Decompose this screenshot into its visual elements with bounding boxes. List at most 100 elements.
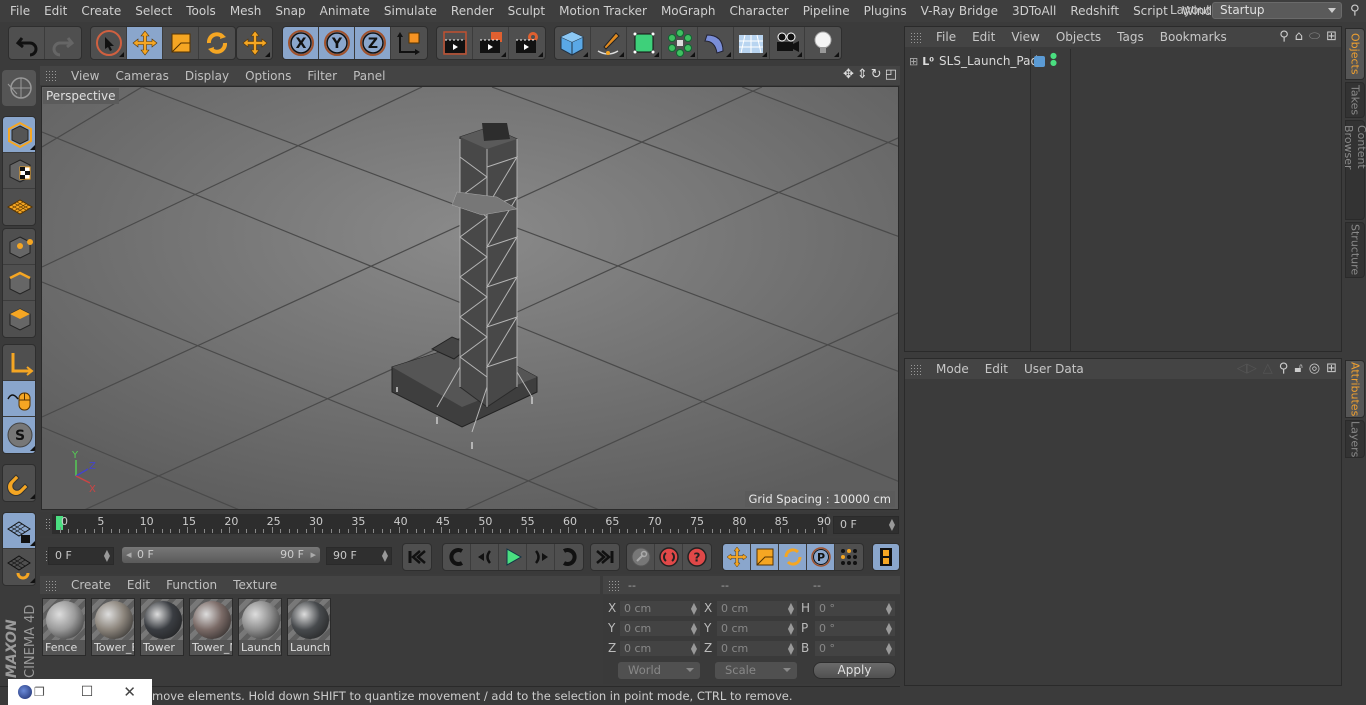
viewport-menu-display[interactable]: Display [177, 69, 237, 83]
floor-button[interactable] [734, 27, 770, 59]
menu-render[interactable]: Render [444, 0, 501, 22]
goto-end-button[interactable] [591, 544, 619, 570]
key-position-button[interactable] [723, 544, 751, 570]
material-swatch[interactable]: Launch_ [238, 598, 282, 656]
range-right-arrow-icon[interactable]: ▸ [310, 547, 316, 563]
coordinate-system-button[interactable] [391, 27, 427, 59]
expand-icon[interactable]: ⊞ [909, 55, 918, 68]
object-name[interactable]: SLS_Launch_Pad [939, 54, 1038, 68]
camera-button[interactable] [770, 27, 806, 59]
maximize-icon[interactable]: ☐ [81, 684, 94, 700]
cloner-button[interactable] [662, 27, 698, 59]
menu-edit[interactable]: Edit [37, 0, 74, 22]
texture-mode-button[interactable] [3, 153, 35, 189]
menu-motion-tracker[interactable]: Motion Tracker [552, 0, 654, 22]
position-field[interactable]: 0 cm ▲ ▼ [619, 640, 701, 657]
side-tab-attributes[interactable]: Attributes [1345, 360, 1365, 418]
coordinate-space-select[interactable]: World [618, 662, 700, 679]
grip-handle[interactable] [45, 579, 57, 591]
play-button[interactable] [499, 544, 527, 570]
timeline-ruler[interactable]: 0 5 10 15 20 25 30 35 40 45 50 55 60 65 70 75 80 85 90 [52, 514, 831, 534]
objects-menu-view[interactable]: View [1003, 30, 1047, 44]
move-tool-button[interactable] [127, 27, 163, 59]
objects-menu-file[interactable]: File [928, 30, 964, 44]
key-pla-button[interactable] [835, 544, 863, 570]
material-menu-texture[interactable]: Texture [225, 578, 285, 592]
pan-icon[interactable]: ✥ [843, 67, 854, 82]
menu-sculpt[interactable]: Sculpt [501, 0, 552, 22]
render-settings-button[interactable] [509, 27, 545, 59]
goto-start-button[interactable] [403, 544, 431, 570]
record-keys-button[interactable] [627, 544, 655, 570]
light-button[interactable] [805, 27, 841, 59]
size-field[interactable]: 0 cm ▲ ▼ [716, 620, 798, 637]
current-frame-field[interactable]: 0 F ▲ ▼ [833, 516, 899, 534]
close-icon[interactable]: ✕ [123, 683, 136, 701]
filter-icon[interactable]: ⬭ [1309, 29, 1320, 44]
attributes-menu-edit[interactable]: Edit [977, 362, 1016, 376]
start-frame-field[interactable]: 0 F ▲ ▼ [48, 547, 114, 565]
position-field[interactable]: 0 cm ▲ ▼ [619, 600, 701, 617]
y-axis-button[interactable]: Y [319, 27, 355, 59]
cube-button[interactable] [555, 27, 591, 59]
material-menu-function[interactable]: Function [158, 578, 225, 592]
make-editable-button[interactable] [2, 70, 36, 106]
layout-select[interactable]: Startup [1212, 2, 1342, 19]
menu-character[interactable]: Character [722, 0, 795, 22]
snap-button[interactable] [3, 465, 35, 501]
attributes-menu-user-data[interactable]: User Data [1016, 362, 1092, 376]
deformer-button[interactable] [698, 27, 734, 59]
material-swatch[interactable]: Launch_ [287, 598, 331, 656]
prev-frame-button[interactable] [471, 544, 499, 570]
menu-script[interactable]: Script [1126, 0, 1175, 22]
home-icon[interactable]: ⌂ [1295, 29, 1303, 44]
solo-button[interactable]: S [3, 417, 35, 453]
side-tab-objects[interactable]: Objects [1345, 28, 1365, 80]
menu-simulate[interactable]: Simulate [377, 0, 444, 22]
up-arrow-icon[interactable]: △ [1263, 361, 1273, 376]
position-field[interactable]: 0 cm ▲ ▼ [619, 620, 701, 637]
menu-plugins[interactable]: Plugins [857, 0, 914, 22]
menu-tools[interactable]: Tools [179, 0, 223, 22]
material-menu-edit[interactable]: Edit [119, 578, 158, 592]
target-icon[interactable]: ◎ [1309, 361, 1320, 376]
workplane-mode-button[interactable] [3, 189, 35, 225]
menu-mesh[interactable]: Mesh [223, 0, 269, 22]
dolly-icon[interactable]: ⇕ [857, 67, 868, 82]
objects-menu-objects[interactable]: Objects [1048, 30, 1109, 44]
viewport-menu-options[interactable]: Options [237, 69, 299, 83]
keyframe-selection-button[interactable]: ? [683, 544, 711, 570]
viewport-perspective[interactable]: Y Z X Perspective Grid Spacing : 10000 c… [41, 86, 899, 510]
rotation-field[interactable]: 0 ° ▲ ▼ [814, 620, 896, 637]
grip-handle[interactable] [910, 363, 922, 375]
recent-tool-button[interactable] [237, 27, 272, 59]
key-parameter-button[interactable]: P [807, 544, 835, 570]
back-arrow-icon[interactable]: ◁▷ [1237, 361, 1257, 376]
side-tab-structure[interactable]: Structure [1345, 222, 1365, 278]
orbit-icon[interactable]: ↻ [871, 67, 882, 82]
side-tab-takes[interactable]: Takes [1345, 82, 1365, 118]
next-key-button[interactable] [555, 544, 583, 570]
tweak-mode-button[interactable] [3, 381, 35, 417]
key-scale-button[interactable] [751, 544, 779, 570]
range-left-arrow-icon[interactable]: ◂ [126, 547, 132, 563]
rotation-field[interactable]: 0 ° ▲ ▼ [814, 600, 896, 617]
material-menu-create[interactable]: Create [63, 578, 119, 592]
key-rotation-button[interactable] [779, 544, 807, 570]
visibility-dots-icon[interactable]: ● ● [1050, 52, 1057, 67]
z-axis-button[interactable]: Z [355, 27, 391, 59]
objects-menu-edit[interactable]: Edit [964, 30, 1003, 44]
viewport-menu-view[interactable]: View [63, 69, 107, 83]
viewport-menu-filter[interactable]: Filter [299, 69, 345, 83]
objects-menu-tags[interactable]: Tags [1109, 30, 1152, 44]
search-icon[interactable]: ⚲ [1279, 29, 1289, 44]
size-field[interactable]: 0 cm ▲ ▼ [716, 640, 798, 657]
objects-menu-bookmarks[interactable]: Bookmarks [1152, 30, 1235, 44]
menu-select[interactable]: Select [128, 0, 179, 22]
menu-redshift[interactable]: Redshift [1063, 0, 1126, 22]
subdivision-button[interactable] [627, 27, 663, 59]
menu-v-ray-bridge[interactable]: V-Ray Bridge [914, 0, 1005, 22]
size-field[interactable]: 0 cm ▲ ▼ [716, 600, 798, 617]
menu-mograph[interactable]: MoGraph [654, 0, 723, 22]
material-swatch[interactable]: Tower_B [91, 598, 135, 656]
